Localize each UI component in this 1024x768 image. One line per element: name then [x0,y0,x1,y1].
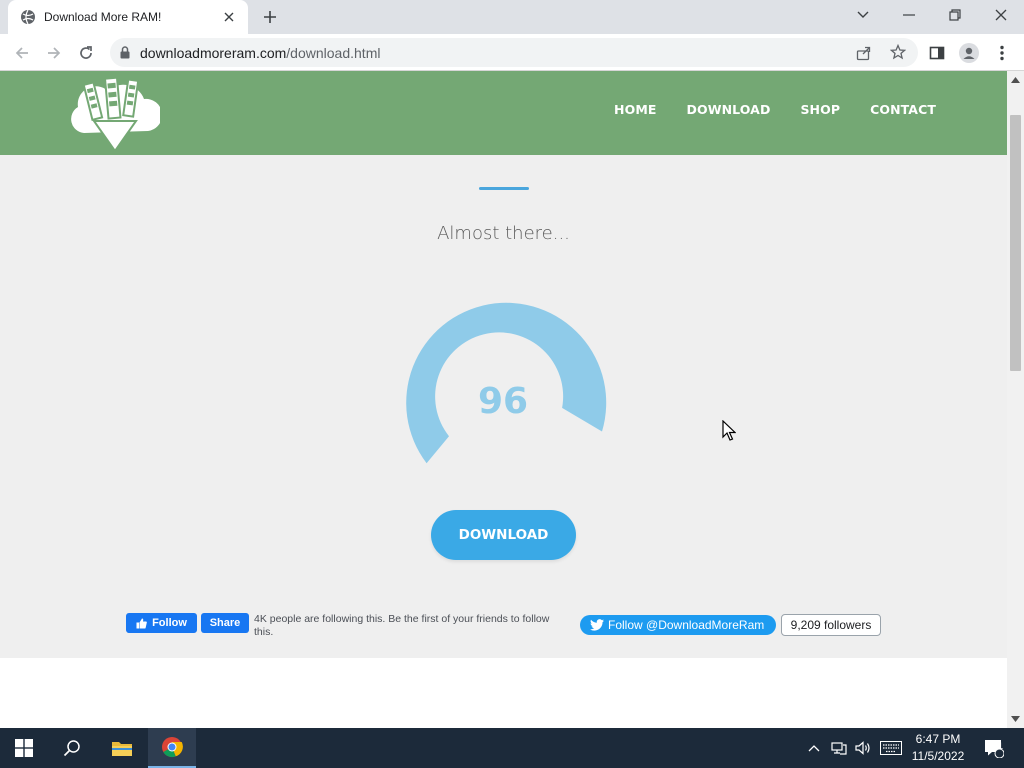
twitter-follow-button[interactable]: Follow @DownloadMoreRam [580,615,776,635]
mouse-cursor-icon [722,420,736,441]
search-icon[interactable] [48,728,96,768]
windows-taskbar: 6:47 PM 11/5/2022 1 [0,728,1024,768]
browser-tab[interactable]: Download More RAM! [8,0,248,34]
notification-center-icon[interactable]: 1 [978,728,1010,768]
url-text: downloadmoreram.com/download.html [140,45,380,61]
clock-date: 11/5/2022 [911,749,965,763]
progress-value: 96 [477,381,529,422]
scroll-up-icon[interactable] [1011,75,1020,84]
address-bar[interactable]: downloadmoreram.com/download.html [110,38,918,67]
restore-button[interactable] [932,0,978,30]
lock-icon[interactable] [120,46,130,59]
minimize-button[interactable] [886,0,932,30]
twitter-followers-count[interactable]: 9,209 followers [781,614,881,636]
tab-title: Download More RAM! [44,10,162,24]
network-icon[interactable] [828,728,850,768]
windows-start-icon[interactable] [0,728,48,768]
close-tab-icon[interactable] [220,8,238,26]
nav-home[interactable]: HOME [614,102,656,117]
twitter-bird-icon [590,619,604,631]
globe-icon [20,9,36,25]
thumbs-up-icon [136,618,147,629]
menu-kebab-icon[interactable] [990,41,1014,65]
side-panel-icon[interactable] [925,41,949,65]
chevron-up-icon[interactable] [804,728,824,768]
facebook-follow-text: 4K people are following this. Be the fir… [254,613,550,638]
forward-icon[interactable] [42,41,66,65]
keyboard-icon[interactable] [878,728,904,768]
share-icon[interactable] [856,45,872,61]
bookmark-star-icon[interactable] [890,44,906,60]
scroll-down-icon[interactable] [1011,714,1020,723]
status-subtitle: Almost there... [437,223,570,244]
file-explorer-icon[interactable] [98,728,146,768]
reload-icon[interactable] [74,41,98,65]
clock-time: 6:47 PM [915,732,961,746]
back-icon[interactable] [10,41,34,65]
nav-download[interactable]: DOWNLOAD [687,102,771,117]
facebook-follow-button[interactable]: Follow [126,613,197,633]
close-window-button[interactable] [978,0,1024,30]
new-tab-button[interactable] [258,6,282,28]
twitter-follow-label: Follow @DownloadMoreRam [608,618,765,632]
nav-shop[interactable]: SHOP [800,102,840,117]
url-domain: downloadmoreram.com [140,44,287,61]
facebook-share-button[interactable]: Share [201,613,249,633]
accent-divider [479,187,529,190]
tab-search-icon[interactable] [840,0,886,30]
facebook-follow-label: Follow [152,617,187,629]
chrome-taskbar-icon[interactable] [148,728,196,768]
browser-toolbar: downloadmoreram.com/download.html [0,34,1024,71]
url-path: /download.html [286,44,381,61]
site-logo[interactable] [70,76,163,153]
volume-icon[interactable] [852,728,874,768]
system-clock[interactable]: 6:47 PM 11/5/2022 [906,731,970,765]
scroll-thumb[interactable] [1010,115,1021,371]
main-nav: HOME DOWNLOAD SHOP CONTACT [614,102,936,117]
download-button[interactable]: DOWNLOAD [431,510,576,560]
tab-strip: Download More RAM! [0,0,1024,34]
notification-count: 1 [997,741,1003,751]
site-header: HOME DOWNLOAD SHOP CONTACT [0,71,1007,155]
profile-avatar-icon[interactable] [957,41,981,65]
nav-contact[interactable]: CONTACT [870,102,936,117]
page-scrollbar[interactable] [1007,71,1024,728]
